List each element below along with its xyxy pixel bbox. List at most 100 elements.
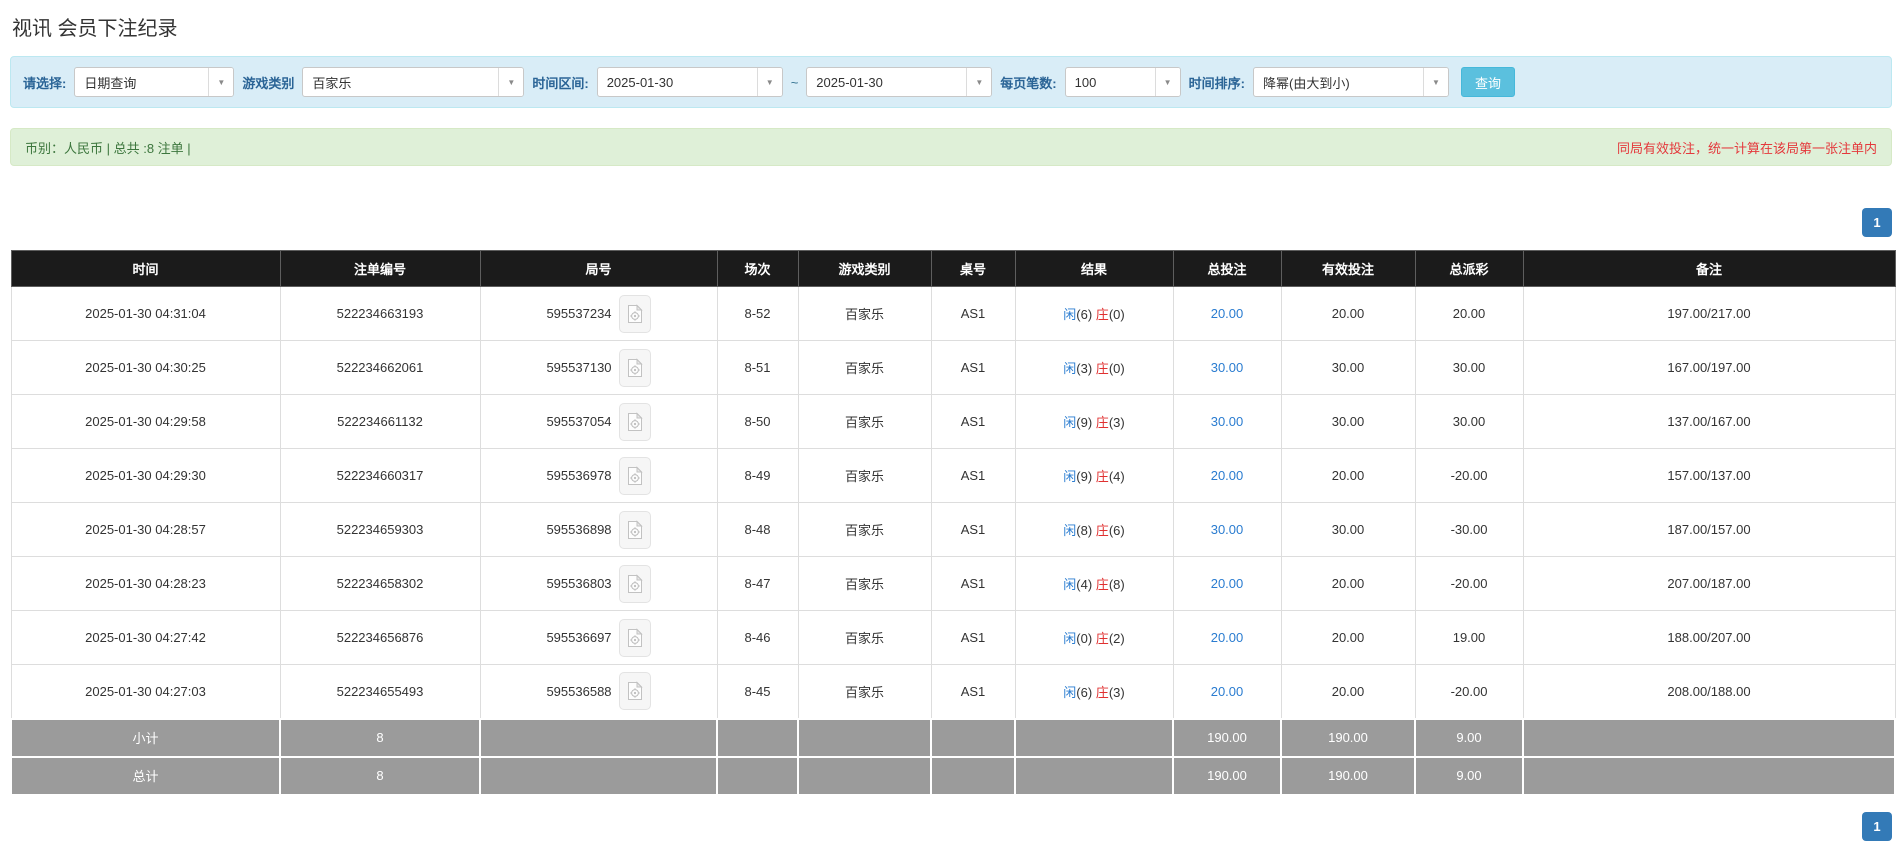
cell-session: 8-47 (716, 556, 799, 611)
chevron-down-icon[interactable]: ▼ (1154, 68, 1180, 96)
cell-time: 2025-01-30 04:30:25 (10, 340, 281, 395)
date-from-select[interactable]: 2025-01-30 ▼ (596, 67, 783, 97)
cell-valid-bet: 20.00 (1280, 664, 1416, 719)
cell-game-category: 百家乐 (797, 502, 932, 557)
cell-total-bet: 20.00 (1172, 664, 1282, 719)
subtotal-empty-cell (930, 717, 1016, 758)
round-number: 595536978 (546, 468, 612, 483)
page-size-select[interactable]: 100 ▼ (1064, 67, 1181, 97)
video-replay-button[interactable] (618, 510, 651, 549)
video-file-icon (627, 465, 643, 485)
sort-select[interactable]: 降幂(由大到小) ▼ (1252, 67, 1449, 97)
column-header: 结果 (1014, 250, 1174, 287)
cell-remark: 188.00/207.00 (1522, 610, 1896, 665)
total-bet-link[interactable]: 20.00 (1211, 306, 1244, 321)
total-empty-cell (716, 755, 799, 796)
column-header: 桌号 (930, 250, 1016, 287)
total-row: 总计 8 190.00 190.00 9.00 (10, 755, 1896, 796)
total-empty-cell (930, 755, 1016, 796)
subtotal-payout: 9.00 (1414, 717, 1524, 758)
query-type-label: 请选择: (23, 75, 67, 91)
column-header: 场次 (716, 250, 799, 287)
total-bet-link[interactable]: 20.00 (1211, 468, 1244, 483)
table-row: 2025-01-30 04:30:25 522234662061 595537130… (10, 340, 1896, 395)
total-bet-link[interactable]: 30.00 (1211, 522, 1244, 537)
cell-total-bet: 30.00 (1172, 502, 1282, 557)
total-bet-link[interactable]: 20.00 (1211, 684, 1244, 699)
cell-bet-id: 522234655493 (279, 664, 481, 719)
total-empty-cell (1014, 755, 1174, 796)
cell-game-category: 百家乐 (797, 340, 932, 395)
column-header: 总投注 (1172, 250, 1282, 287)
pagination-page-button[interactable]: 1 (1862, 811, 1892, 841)
summary-totals-text: 币别：人民币 | 总共 :8 注单 | (25, 140, 191, 156)
result-banker-label: 庄 (1095, 577, 1109, 592)
chevron-down-icon[interactable]: ▼ (1422, 68, 1448, 96)
cell-round: 595536588 (479, 664, 718, 719)
date-from-value: 2025-01-30 (606, 74, 674, 90)
round-number: 595536588 (546, 683, 612, 699)
cell-session: 8-46 (716, 610, 799, 665)
cell-valid-bet: 20.00 (1280, 610, 1416, 665)
cell-total-bet: 20.00 (1172, 610, 1282, 665)
cell-remark: 137.00/167.00 (1522, 394, 1896, 449)
video-replay-button[interactable] (618, 672, 651, 711)
pagination-page-button[interactable]: 1 (1862, 208, 1892, 237)
cell-remark: 208.00/188.00 (1522, 664, 1896, 719)
total-bet-link[interactable]: 30.00 (1211, 360, 1244, 375)
result-banker-label: 庄 (1095, 307, 1109, 322)
total-payout: 9.00 (1414, 755, 1524, 796)
video-replay-button[interactable] (618, 456, 651, 495)
video-replay-button[interactable] (618, 402, 651, 441)
total-bet-link[interactable]: 30.00 (1211, 414, 1244, 429)
sort-value: 降幂(由大到小) (1262, 75, 1350, 91)
video-file-icon (627, 519, 643, 539)
video-file-icon (627, 303, 643, 323)
cell-valid-bet: 20.00 (1280, 448, 1416, 503)
date-to-select[interactable]: 2025-01-30 ▼ (806, 67, 993, 97)
cell-payout: 19.00 (1414, 610, 1524, 665)
cell-total-bet: 20.00 (1172, 556, 1282, 611)
cell-session: 8-48 (716, 502, 799, 557)
cell-session: 8-52 (716, 286, 799, 341)
video-replay-button[interactable] (618, 348, 651, 387)
cell-table-number: AS1 (930, 340, 1016, 395)
query-type-select[interactable]: 日期查询 ▼ (74, 67, 235, 97)
cell-session: 8-51 (716, 340, 799, 395)
cell-payout: -20.00 (1414, 664, 1524, 719)
cell-result: 闲(6) 庄(0) (1014, 286, 1174, 341)
column-header: 总派彩 (1414, 250, 1524, 287)
game-category-select[interactable]: 百家乐 ▼ (302, 67, 525, 97)
chevron-down-icon[interactable]: ▼ (498, 68, 524, 96)
cell-payout: 30.00 (1414, 340, 1524, 395)
cell-time: 2025-01-30 04:28:57 (10, 502, 281, 557)
subtotal-count: 8 (279, 717, 481, 758)
cell-remark: 207.00/187.00 (1522, 556, 1896, 611)
video-replay-button[interactable] (618, 294, 651, 333)
cell-table-number: AS1 (930, 664, 1016, 719)
cell-session: 8-49 (716, 448, 799, 503)
video-replay-button[interactable] (618, 564, 651, 603)
cell-time: 2025-01-30 04:29:30 (10, 448, 281, 503)
date-range-separator: ~ (790, 74, 799, 90)
cell-time: 2025-01-30 04:27:42 (10, 610, 281, 665)
video-replay-button[interactable] (618, 618, 651, 657)
cell-remark: 187.00/157.00 (1522, 502, 1896, 557)
total-bet-link[interactable]: 20.00 (1211, 576, 1244, 591)
query-button[interactable]: 查询 (1460, 67, 1515, 97)
chevron-down-icon[interactable]: ▼ (966, 68, 992, 96)
bets-table: 时间 注单编号 局号 场次 游戏类别 桌号 结果 总投注 有效投注 总派彩 备注 2025-01-30… (10, 250, 1896, 796)
chevron-down-icon[interactable]: ▼ (756, 68, 782, 96)
round-number: 595536697 (546, 630, 612, 645)
total-bet-link[interactable]: 20.00 (1211, 630, 1244, 645)
cell-round: 595537130 (479, 340, 718, 395)
cell-table-number: AS1 (930, 556, 1016, 611)
cell-bet-id: 522234662061 (279, 340, 481, 395)
cell-payout: -20.00 (1414, 556, 1524, 611)
total-total-bet: 190.00 (1172, 755, 1282, 796)
cell-payout: -30.00 (1414, 502, 1524, 557)
column-header: 有效投注 (1280, 250, 1416, 287)
pagination-top: 1 (10, 208, 1892, 237)
round-number: 595537234 (546, 306, 612, 321)
chevron-down-icon[interactable]: ▼ (208, 68, 234, 96)
